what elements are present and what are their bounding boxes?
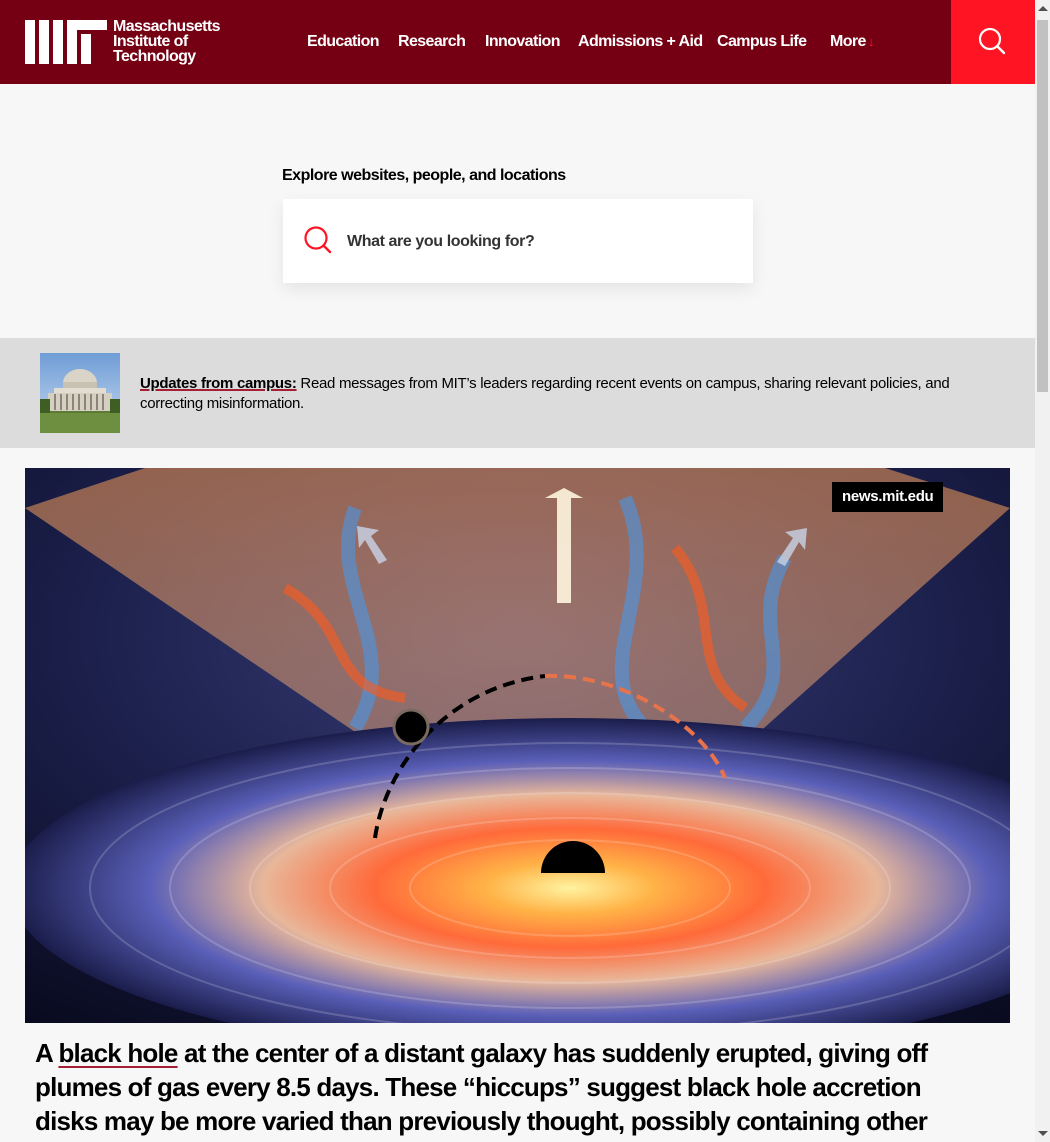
search-box xyxy=(283,199,753,283)
search-icon xyxy=(978,27,1006,55)
nav-campus-life[interactable]: Campus Life xyxy=(717,33,807,51)
black-hole-illustration xyxy=(25,468,1010,1023)
site-header: Massachusetts Institute of Technology Ed… xyxy=(0,0,1035,84)
updates-from-campus-link[interactable]: Updates from campus: xyxy=(140,375,297,392)
search-toggle-button[interactable] xyxy=(951,0,1035,84)
nav-more-label: More xyxy=(830,33,866,50)
mit-logo[interactable]: Massachusetts Institute of Technology xyxy=(25,18,225,66)
banner-message: Updates from campus: Read messages from … xyxy=(140,374,1000,414)
hero-image[interactable]: news.mit.edu xyxy=(25,468,1010,1023)
nav-education[interactable]: Education xyxy=(307,33,380,51)
scroll-up-arrow-icon[interactable] xyxy=(1038,6,1048,11)
source-badge[interactable]: news.mit.edu xyxy=(832,482,944,512)
scrollbar-thumb[interactable] xyxy=(1037,20,1048,392)
arrow-down-icon: ↓ xyxy=(867,34,874,49)
nav-innovation[interactable]: Innovation xyxy=(485,33,560,51)
nav-admissions-aid[interactable]: Admissions + Aid xyxy=(578,33,703,51)
updates-banner: Updates from campus: Read messages from … xyxy=(0,338,1035,448)
mit-logo-text: Massachusetts Institute of Technology xyxy=(113,18,221,65)
search-input[interactable] xyxy=(345,221,729,263)
mit-logo-mark xyxy=(25,20,107,64)
search-label: Explore websites, people, and locations xyxy=(282,167,566,184)
headline-prefix: A xyxy=(35,1038,59,1068)
nav-research[interactable]: Research xyxy=(398,33,466,51)
search-icon xyxy=(304,226,332,254)
logo-line-3: Technology xyxy=(113,48,196,65)
black-hole-link[interactable]: black hole xyxy=(58,1038,178,1068)
scroll-down-arrow-icon[interactable] xyxy=(1038,1131,1048,1136)
hero-headline: A black hole at the center of a distant … xyxy=(35,1036,975,1138)
campus-dome-image xyxy=(40,353,120,433)
logo-line-2: Institute of xyxy=(113,33,188,50)
nav-more[interactable]: More ↓ xyxy=(830,33,874,51)
logo-line-1: Massachusetts xyxy=(113,18,221,35)
